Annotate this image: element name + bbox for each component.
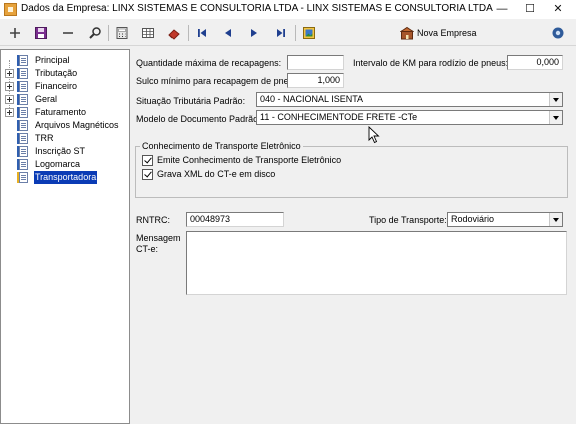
page-icon xyxy=(17,81,30,92)
new-company-button[interactable]: Nova Empresa xyxy=(400,23,477,43)
emite-cte-checkbox[interactable] xyxy=(142,154,153,166)
rntrc-label: RNTRC: xyxy=(136,215,170,225)
first-record-button[interactable] xyxy=(192,23,212,43)
sulco-minimo-label: Sulco mínimo para recapagem de pneu: xyxy=(136,76,297,86)
intervalo-km-label: Intervalo de KM para rodízio de pneus: xyxy=(353,58,509,68)
tree-item-label: Inscrição ST xyxy=(35,146,86,156)
last-record-button[interactable] xyxy=(271,23,291,43)
search-icon xyxy=(89,27,101,39)
toolbar-separator xyxy=(295,25,296,41)
page-icon xyxy=(17,55,30,66)
grava-xml-label: Grava XML do CT-e em disco xyxy=(157,169,276,179)
new-company-icon xyxy=(400,26,414,40)
tipo-transporte-value: Rodoviário xyxy=(451,214,495,224)
toolbar-separator xyxy=(108,25,109,41)
mensagem-label: Mensagem xyxy=(136,233,181,243)
grid-icon xyxy=(142,28,154,38)
rntrc-field[interactable]: 00048973 xyxy=(186,212,284,227)
chevron-down-icon[interactable] xyxy=(549,111,562,124)
mensagem-cte-textarea[interactable] xyxy=(186,231,567,295)
expand-icon[interactable] xyxy=(5,95,14,104)
mensagem-label-cte: CT-e: xyxy=(136,244,159,254)
search-button[interactable] xyxy=(85,23,105,43)
previous-record-icon xyxy=(225,29,231,37)
toolbar: Nova Empresa xyxy=(0,20,576,46)
sulco-minimo-field[interactable]: 1,000 xyxy=(287,73,344,88)
expand-icon[interactable] xyxy=(5,82,14,91)
qtd-recapagens-label: Quantidade máxima de recapagens: xyxy=(136,58,282,68)
add-icon xyxy=(10,28,20,38)
title-bar: Dados da Empresa: LINX SISTEMAS E CONSUL… xyxy=(0,0,576,19)
first-record-icon xyxy=(198,29,206,37)
intervalo-km-field[interactable]: 0,000 xyxy=(507,55,563,70)
tree-item-label: Geral xyxy=(35,94,58,104)
emite-cte-row[interactable]: Emite Conhecimento de Transporte Eletrôn… xyxy=(142,154,341,166)
chevron-down-icon[interactable] xyxy=(549,213,562,226)
modelo-documento-label: Modelo de Documento Padrão: xyxy=(136,114,261,124)
page-icon xyxy=(17,172,30,183)
eraser-icon xyxy=(168,29,180,40)
previous-record-button[interactable] xyxy=(218,23,238,43)
remove-button[interactable] xyxy=(58,23,78,43)
tree-item-label: Transportadora xyxy=(34,171,98,184)
page-icon xyxy=(17,133,30,144)
close-button[interactable]: ✕ xyxy=(544,0,572,19)
tree-item-label: Tributação xyxy=(35,68,78,78)
page-icon xyxy=(17,159,30,170)
calculator-icon xyxy=(116,27,128,39)
next-record-button[interactable] xyxy=(244,23,264,43)
last-record-icon xyxy=(277,29,285,37)
save-icon xyxy=(35,27,47,39)
gear-icon xyxy=(552,27,564,39)
toolbar-separator xyxy=(188,25,189,41)
chevron-down-icon[interactable] xyxy=(549,93,562,106)
tree-item-label: Logomarca xyxy=(35,159,81,169)
remove-icon xyxy=(63,32,73,34)
new-company-label: Nova Empresa xyxy=(417,28,477,38)
tree-item-label: Faturamento xyxy=(35,107,87,117)
next-record-icon xyxy=(251,29,257,37)
page-icon xyxy=(17,120,30,131)
expand-icon[interactable] xyxy=(5,108,14,117)
image-icon xyxy=(303,27,315,39)
save-button[interactable] xyxy=(31,23,51,43)
modelo-documento-select[interactable]: 11 - CONHECIMENTODE FRETE -CTe xyxy=(256,110,563,125)
tree-item-label: Principal xyxy=(35,55,70,65)
page-icon xyxy=(17,146,30,157)
tree-item-label: Arquivos Magnéticos xyxy=(35,120,119,130)
cte-group-title: Conhecimento de Transporte Eletrônico xyxy=(140,141,303,152)
situacao-tributaria-select[interactable]: 040 - NACIONAL ISENTA xyxy=(256,92,563,107)
tree-item-label: Financeiro xyxy=(35,81,78,91)
emite-cte-label: Emite Conhecimento de Transporte Eletrôn… xyxy=(157,155,342,165)
image-button[interactable] xyxy=(299,23,319,43)
grava-xml-row[interactable]: Grava XML do CT-e em disco xyxy=(142,168,275,180)
situacao-tributaria-label: Situação Tributária Padrão: xyxy=(136,96,246,106)
window-title: Dados da Empresa: LINX SISTEMAS E CONSUL… xyxy=(21,3,493,14)
minimize-button[interactable]: — xyxy=(488,0,516,19)
tipo-transporte-label: Tipo de Transporte: xyxy=(369,215,447,225)
app-icon xyxy=(4,3,17,16)
page-icon xyxy=(17,68,30,79)
page-icon xyxy=(17,107,30,118)
tree-item-label: TRR xyxy=(35,133,54,143)
situacao-tributaria-value: 040 - NACIONAL ISENTA xyxy=(260,94,364,104)
page-icon xyxy=(17,94,30,105)
modelo-documento-value: 11 - CONHECIMENTODE FRETE -CTe xyxy=(260,112,418,122)
navigation-tree: Principal Tributação Financeiro Geral Fa… xyxy=(0,49,130,424)
tipo-transporte-select[interactable]: Rodoviário xyxy=(447,212,563,227)
settings-button[interactable] xyxy=(548,23,568,43)
qtd-recapagens-field[interactable] xyxy=(287,55,344,70)
maximize-button[interactable]: ☐ xyxy=(516,0,544,19)
mouse-cursor-icon xyxy=(368,126,380,144)
expand-icon[interactable] xyxy=(5,69,14,78)
calculator-button[interactable] xyxy=(112,23,132,43)
add-button[interactable] xyxy=(5,23,25,43)
grid-button[interactable] xyxy=(138,23,158,43)
grava-xml-checkbox[interactable] xyxy=(142,168,153,180)
eraser-button[interactable] xyxy=(164,23,184,43)
